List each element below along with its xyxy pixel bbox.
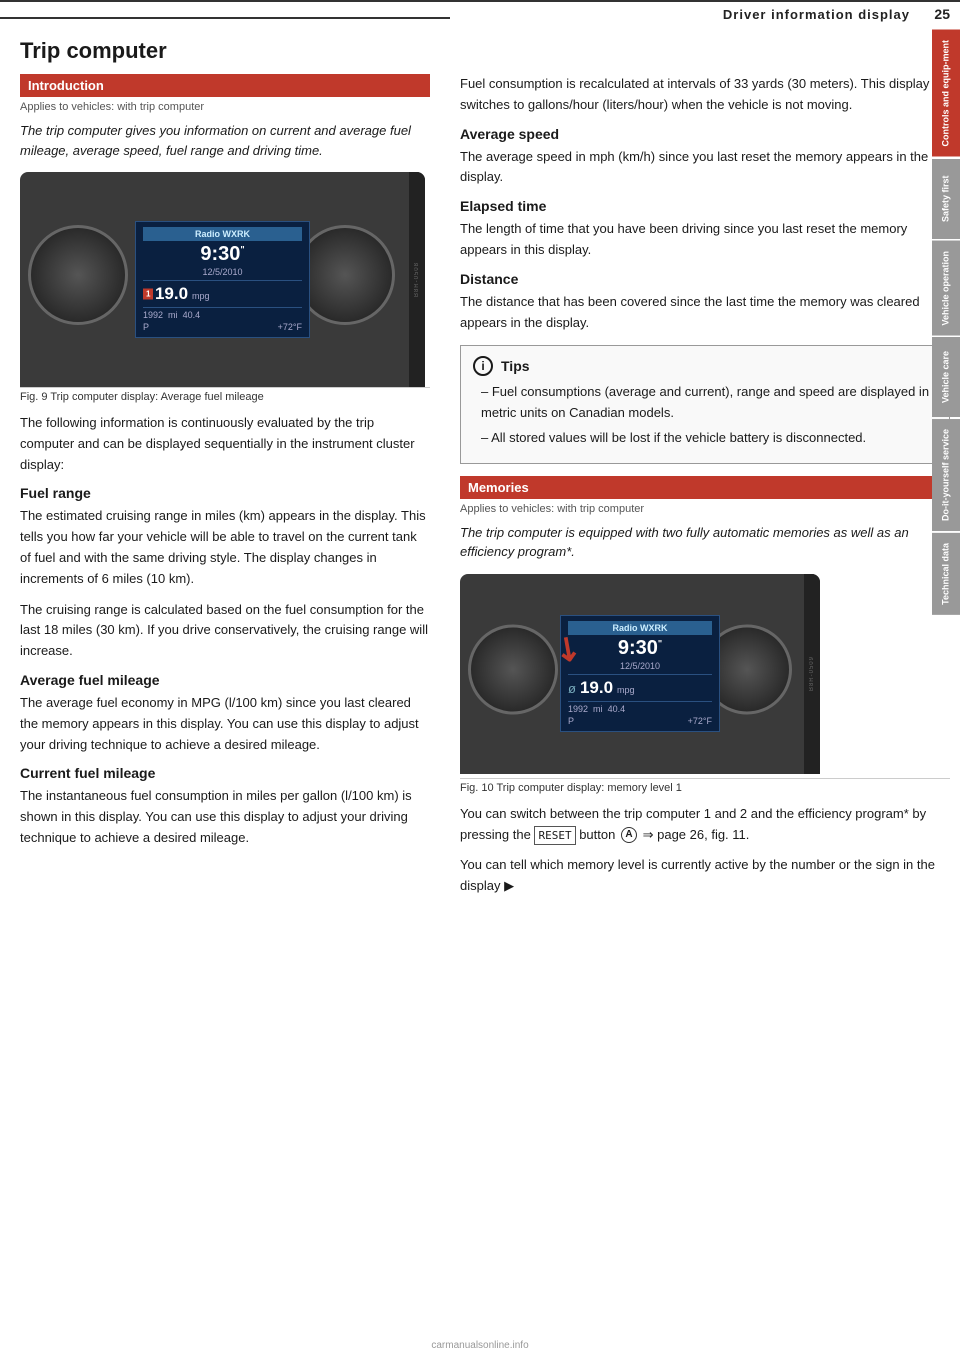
fig10-left-gauge <box>468 624 558 714</box>
left-column: Trip computer Introduction Applies to ve… <box>20 34 450 907</box>
watermark-fig10: B8R-0509 <box>804 574 820 774</box>
tips-box: i Tips – Fuel consumptions (average and … <box>460 345 950 463</box>
mpg-unit-fig10: mpg <box>617 685 635 695</box>
memories-red-bar: Memories <box>460 476 950 499</box>
tips-item-2: – All stored values will be lost if the … <box>473 428 937 449</box>
watermark-fig9: B8R-0508 <box>409 172 425 387</box>
after-fig-text: You can switch between the trip computer… <box>460 804 950 846</box>
display-time-fig9: 9:30" <box>143 241 302 267</box>
display-date-fig10: 12/5/2010 <box>568 661 712 674</box>
tab-technical[interactable]: Technical data <box>932 533 960 615</box>
page-number: 25 <box>920 6 950 22</box>
avg-fuel-mileage-heading: Average fuel mileage <box>20 672 430 688</box>
avg-speed-text: The average speed in mph (km/h) since yo… <box>460 147 950 189</box>
display-bottom-fig10: 1992 mi 40.4 <box>568 702 712 714</box>
display-radio-fig10: Radio WXRK <box>568 621 712 635</box>
elapsed-time-heading: Elapsed time <box>460 198 950 214</box>
right-column: Fuel consumption is recalculated at inte… <box>450 34 950 907</box>
distance-heading: Distance <box>460 271 950 287</box>
footer: carmanualsonline.info <box>0 1340 960 1351</box>
mpg-value-fig10: 19.0 <box>580 678 613 698</box>
body-intro-text: The following information is continuousl… <box>20 413 430 475</box>
fuel-range-text: The estimated cruising range in miles (k… <box>20 506 430 589</box>
mpg-value-fig9: 19.0 <box>155 284 188 304</box>
page-title: Trip computer <box>20 38 430 64</box>
mpg-phi-fig10: ø <box>568 681 576 696</box>
display-ptemp-fig10: P +72°F <box>568 714 712 726</box>
tab-safety[interactable]: Safety first <box>932 159 960 239</box>
memories-intro-italic: The trip computer is equipped with two f… <box>460 523 950 562</box>
fig9-dashboard: Radio WXRK 9:30" 12/5/2010 1 ø 19.0 mpg <box>20 172 425 387</box>
reset-key: RESET <box>534 826 575 846</box>
display-mpg-row-fig10: ø 19.0 mpg <box>568 675 712 701</box>
avg-fuel-mileage-text: The average fuel economy in MPG (l/100 k… <box>20 693 430 755</box>
display-date-fig9: 12/5/2010 <box>143 267 302 280</box>
intro-applies-text: Applies to vehicles: with trip computer <box>20 101 430 113</box>
distance-text: The distance that has been covered since… <box>460 292 950 334</box>
fuel-range-heading: Fuel range <box>20 485 430 501</box>
fig10-caption: Fig. 10 Trip computer display: memory le… <box>460 778 950 794</box>
current-fuel-mileage-text: The instantaneous fuel consumption in mi… <box>20 786 430 848</box>
current-fuel-mileage-heading: Current fuel mileage <box>20 765 430 781</box>
center-display-fig9: Radio WXRK 9:30" 12/5/2010 1 ø 19.0 mpg <box>135 221 310 338</box>
tips-item-1: – Fuel consumptions (average and current… <box>473 382 937 424</box>
memories-applies-text: Applies to vehicles: with trip computer <box>460 503 950 515</box>
main-content: Trip computer Introduction Applies to ve… <box>0 34 960 907</box>
page-header: Driver information display 25 <box>0 0 960 26</box>
center-display-fig10: Radio WXRK 9:30" 12/5/2010 ø 19.0 mpg 19… <box>560 615 720 732</box>
avg-speed-heading: Average speed <box>460 126 950 142</box>
right-gauge <box>295 225 395 325</box>
fuel-consumption-text: Fuel consumption is recalculated at inte… <box>460 74 950 116</box>
tips-icon: i <box>473 356 493 376</box>
last-text: You can tell which memory level is curre… <box>460 855 950 897</box>
display-radio-fig9: Radio WXRK <box>143 227 302 241</box>
tips-header: i Tips <box>473 356 937 376</box>
fig9-caption: Fig. 9 Trip computer display: Average fu… <box>20 387 430 403</box>
badge-fig9: 1 <box>143 289 153 300</box>
header-title: Driver information display <box>460 7 920 22</box>
tab-vehicle-op[interactable]: Vehicle operation <box>932 241 960 336</box>
intro-italic-text: The trip computer gives you information … <box>20 121 430 160</box>
side-tabs: Controls and equip-ment Safety first Veh… <box>932 30 960 615</box>
tab-diy[interactable]: Do-it-yourself service <box>932 419 960 531</box>
left-gauge <box>28 225 128 325</box>
bottom-left-fig9: 1992 mi 40.4 <box>143 310 200 320</box>
circle-a: A <box>621 827 637 843</box>
cruising-range-text: The cruising range is calculated based o… <box>20 600 430 662</box>
fig10-dashboard: ↘ Radio WXRK 9:30" 12/5/2010 ø 19.0 mpg … <box>460 574 820 774</box>
tab-controls[interactable]: Controls and equip-ment <box>932 30 960 157</box>
display-mpg-row-fig9: ø 19.0 mpg <box>143 281 302 307</box>
elapsed-time-text: The length of time that you have been dr… <box>460 219 950 261</box>
mpg-unit-fig9: mpg <box>192 291 210 301</box>
intro-red-bar: Introduction <box>20 74 430 97</box>
display-bottom-fig9: 1992 mi 40.4 <box>143 308 302 320</box>
tab-vehicle-care[interactable]: Vehicle care <box>932 337 960 417</box>
tips-title: Tips <box>501 358 530 374</box>
display-ptemp-fig9: P +72°F <box>143 320 302 332</box>
